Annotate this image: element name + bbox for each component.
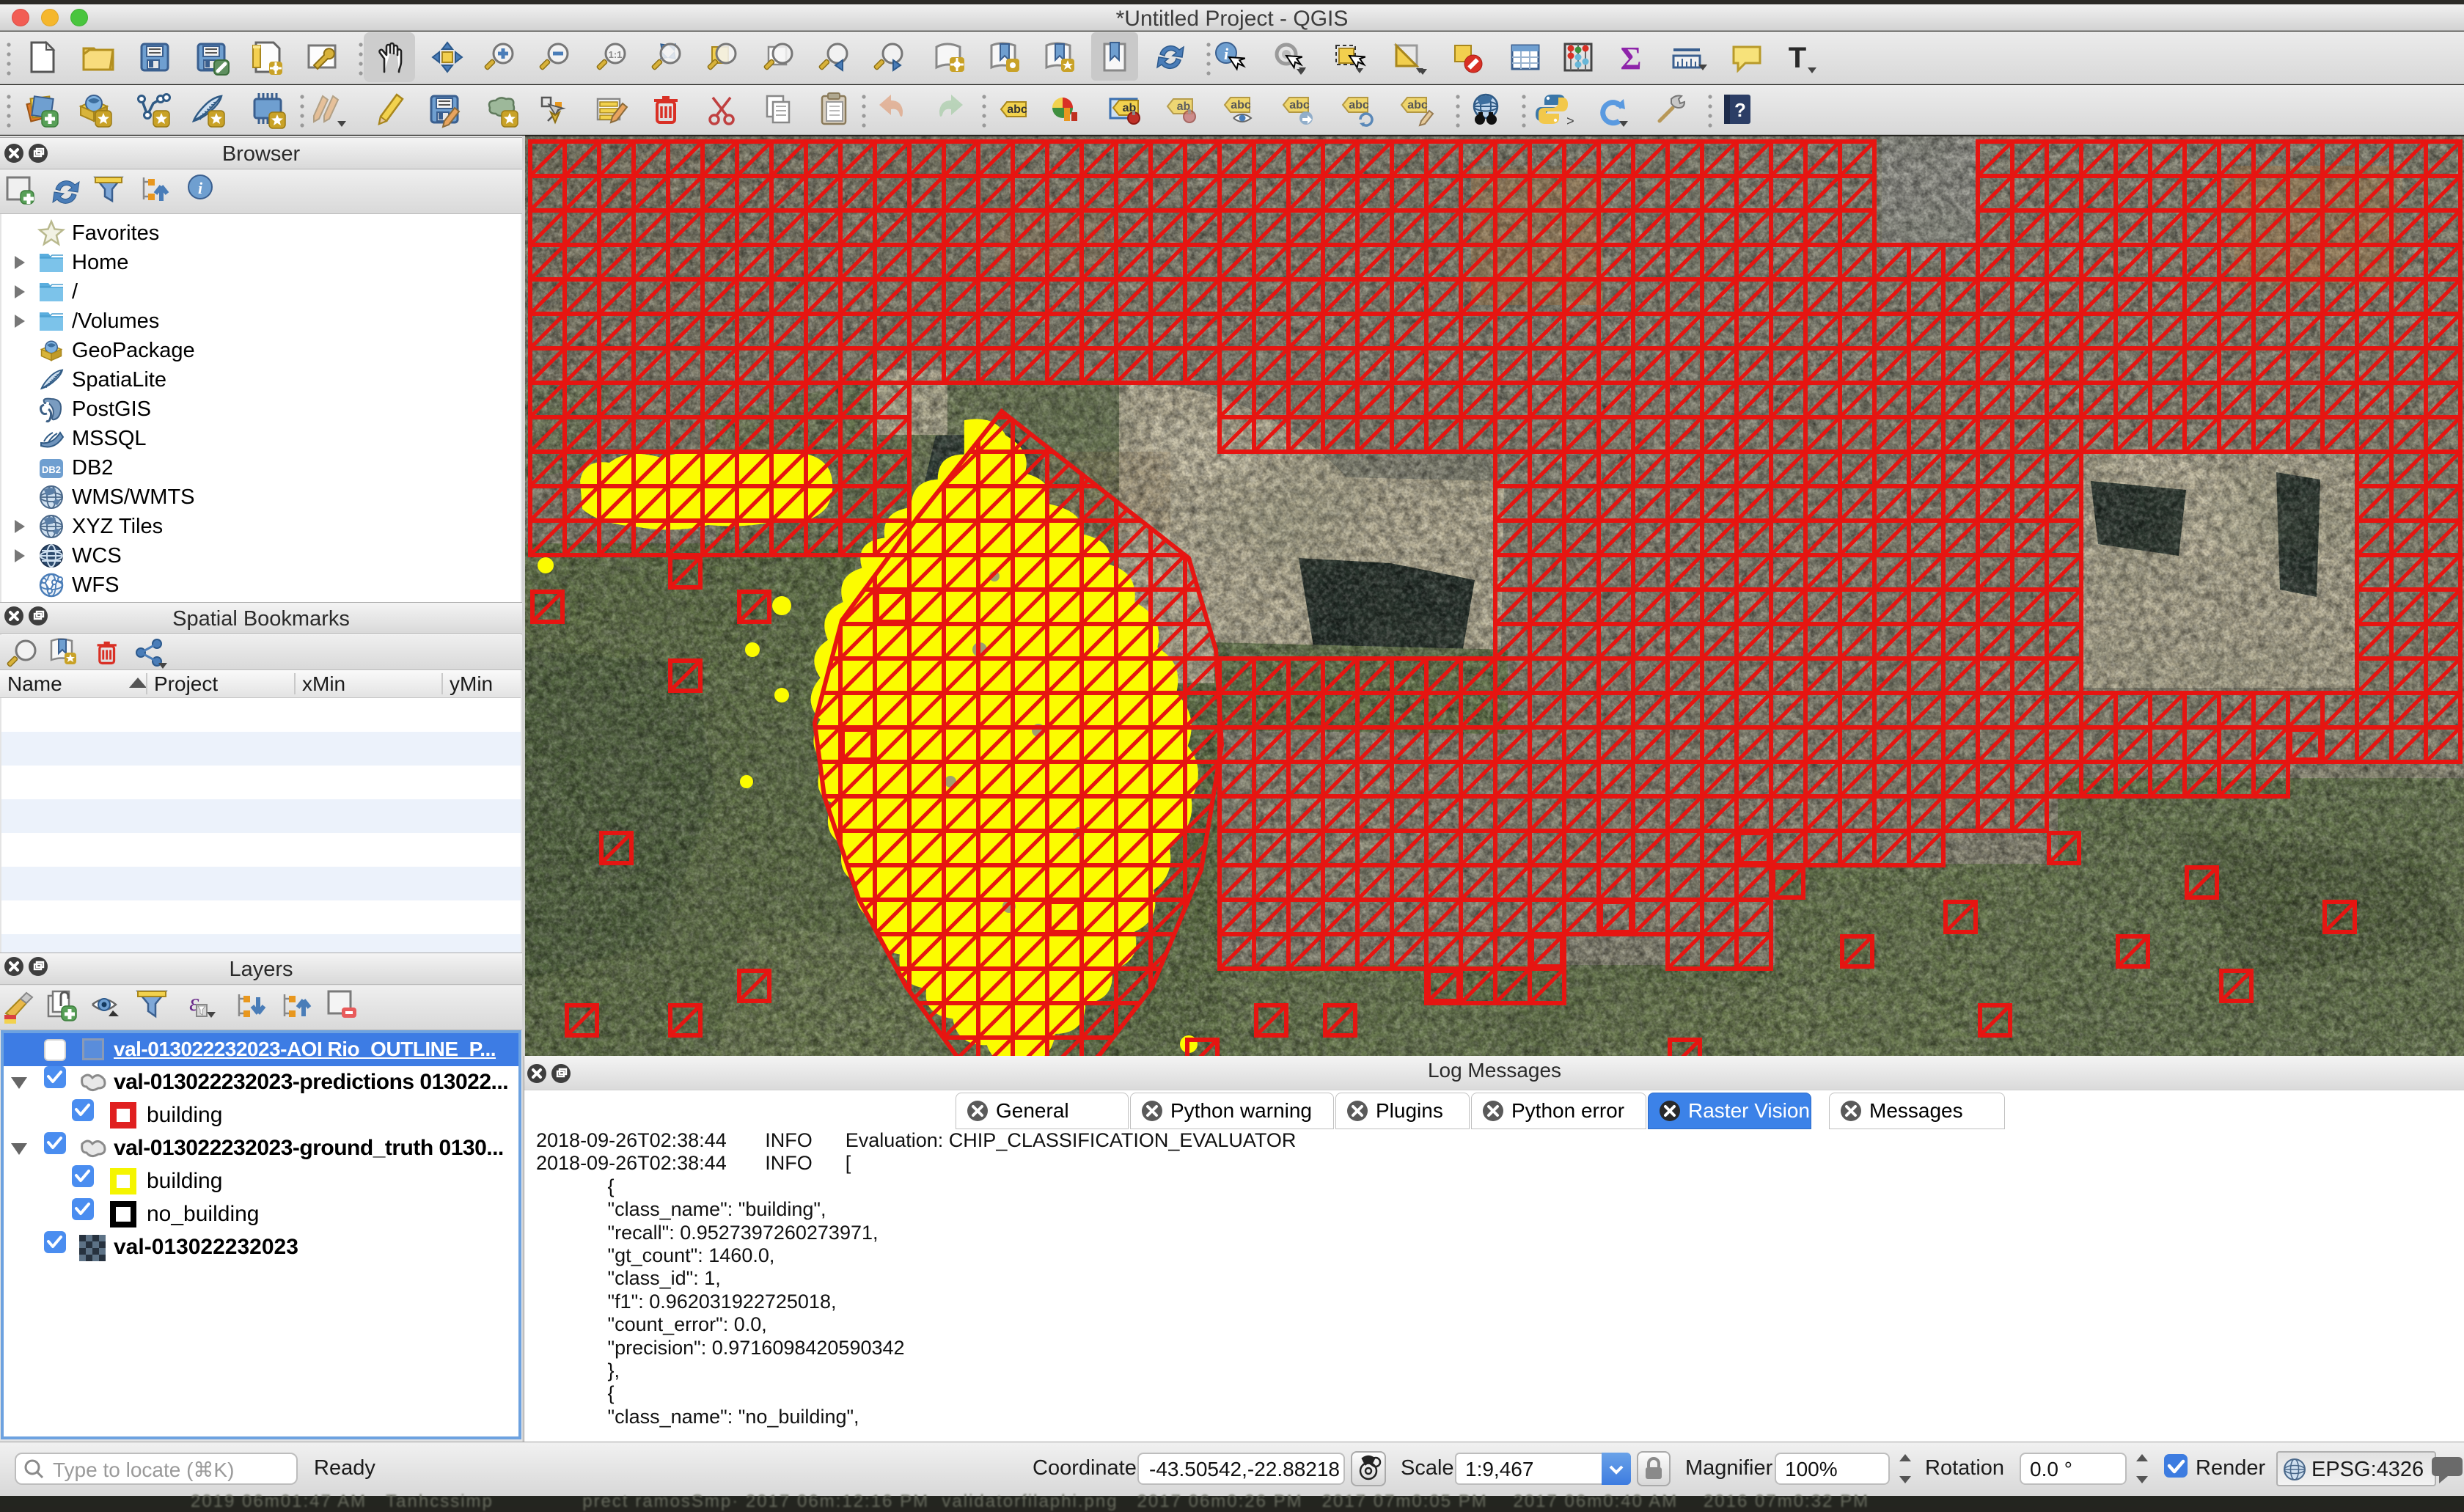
svg-text:i: i xyxy=(1224,45,1229,63)
svg-text:DB2: DB2 xyxy=(42,464,61,475)
svg-text:i: i xyxy=(198,179,203,197)
svg-text:>: > xyxy=(1566,115,1574,130)
svg-text:abc: abc xyxy=(1349,99,1369,111)
svg-text:T: T xyxy=(1789,42,1806,74)
svg-text:abc: abc xyxy=(1407,99,1428,111)
svg-text:?: ? xyxy=(1734,99,1746,121)
svg-text:abc: abc xyxy=(1231,99,1251,111)
svg-text:1:1: 1:1 xyxy=(609,49,623,60)
svg-text:abc: abc xyxy=(1007,103,1027,116)
svg-text:abc: abc xyxy=(1289,99,1310,111)
svg-text:Σ: Σ xyxy=(1621,40,1642,76)
